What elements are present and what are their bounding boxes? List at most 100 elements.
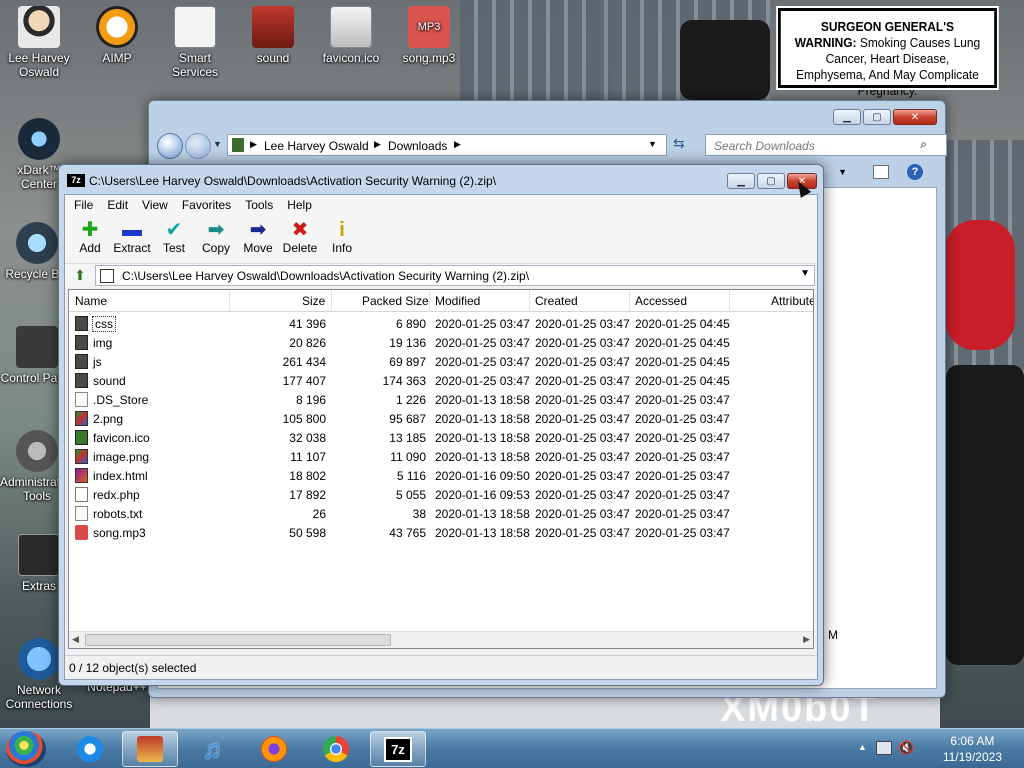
- file-row[interactable]: img 20 826 19 136 2020-01-25 03:47 2020-01-2…: [69, 333, 813, 352]
- address-dropdown-icon[interactable]: ▼: [648, 139, 657, 149]
- show-hidden-icons-button[interactable]: ▲: [858, 742, 867, 752]
- close-button[interactable]: ✕: [893, 109, 937, 125]
- menu-favorites[interactable]: Favorites: [175, 198, 238, 212]
- toolbar-copy-button[interactable]: ➡ Copy: [195, 215, 237, 255]
- toolbar-extract-button[interactable]: ▬ Extract: [111, 215, 153, 255]
- desktop-icon-smart-services[interactable]: Smart Services: [158, 6, 232, 79]
- clock-time: 6:06 AM: [950, 734, 995, 748]
- file-row[interactable]: js 261 434 69 897 2020-01-25 03:47 2020-01-2…: [69, 352, 813, 371]
- surgeon-general-warning: SURGEON GENERAL'S WARNING: Smoking Cause…: [776, 6, 999, 98]
- column-name[interactable]: Name: [75, 294, 107, 308]
- column-packed-size[interactable]: Packed Size: [362, 294, 429, 308]
- explorer-address-bar[interactable]: ▶ Lee Harvey Oswald ▶ Downloads ▶ ▼: [227, 134, 667, 156]
- toolbar-test-button[interactable]: ✔ Test: [153, 215, 195, 255]
- toolbar-info-button[interactable]: i Info: [321, 215, 363, 255]
- taskbar-internet-explorer[interactable]: [62, 731, 118, 767]
- refresh-icon[interactable]: ⇆: [673, 135, 685, 152]
- forward-button[interactable]: [185, 133, 211, 159]
- toolbar-add-button[interactable]: ✚ Add: [69, 215, 111, 255]
- desktop-icon-aimp[interactable]: AIMP: [80, 6, 154, 65]
- cell-size: 105 800: [282, 412, 326, 426]
- php-file-icon: [75, 487, 88, 502]
- column-modified[interactable]: Modified: [435, 294, 480, 308]
- file-row[interactable]: .DS_Store 8 196 1 226 2020-01-13 18:58 2020-…: [69, 390, 813, 409]
- taskbar-music-player[interactable]: ♫: [184, 731, 240, 767]
- views-dropdown-icon[interactable]: ▼: [838, 167, 847, 177]
- desktop-icon-song-mp3[interactable]: MP3 song.mp3: [392, 6, 466, 65]
- menu-file[interactable]: File: [67, 198, 100, 212]
- cell-size: 20 826: [289, 336, 326, 350]
- path-combobox[interactable]: C:\Users\Lee Harvey Oswald\Downloads\Act…: [95, 265, 815, 286]
- taskbar-chrome[interactable]: [308, 731, 364, 767]
- scroll-right-icon[interactable]: ▶: [803, 634, 810, 645]
- delete-x-icon: ✖: [291, 219, 309, 241]
- column-divider: [229, 290, 230, 312]
- scrollbar-thumb[interactable]: [85, 634, 391, 646]
- toolbar: ✚ Add ▬ Extract ✔ Test ➡ Copy ➡ Move ✖ Delete i Info: [65, 215, 817, 263]
- clock[interactable]: 6:06 AM 11/19/2023: [943, 733, 1002, 765]
- volume-muted-icon[interactable]: 🔇: [898, 740, 914, 756]
- column-size[interactable]: Size: [302, 294, 325, 308]
- cell-modified: 2020-01-25 03:47: [435, 317, 530, 331]
- cell-modified: 2020-01-13 18:58: [435, 393, 530, 407]
- file-row[interactable]: robots.txt 26 38 2020-01-13 18:58 2020-01-25…: [69, 504, 813, 523]
- scroll-left-icon[interactable]: ◀: [72, 634, 79, 645]
- file-list[interactable]: Name Size Packed Size Modified Created A…: [68, 289, 814, 649]
- sevenzip-window[interactable]: 7z C:\Users\Lee Harvey Oswald\Downloads\…: [58, 164, 824, 686]
- menu-view[interactable]: View: [135, 198, 175, 212]
- path-dropdown-icon[interactable]: ▼: [800, 268, 810, 279]
- column-divider: [529, 290, 530, 312]
- column-accessed[interactable]: Accessed: [635, 294, 687, 308]
- column-created[interactable]: Created: [535, 294, 578, 308]
- menu-edit[interactable]: Edit: [100, 198, 135, 212]
- file-row[interactable]: 2.png 105 800 95 687 2020-01-13 18:58 2020-0…: [69, 409, 813, 428]
- file-row[interactable]: image.png 11 107 11 090 2020-01-13 18:58 202…: [69, 447, 813, 466]
- search-input[interactable]: Search Downloads: [705, 134, 947, 156]
- sevenzip-titlebar[interactable]: 7z C:\Users\Lee Harvey Oswald\Downloads\…: [59, 165, 823, 193]
- taskbar-firefox[interactable]: [246, 731, 302, 767]
- menu-help[interactable]: Help: [280, 198, 319, 212]
- column-attributes[interactable]: Attributes: [771, 294, 813, 308]
- menu-tools[interactable]: Tools: [238, 198, 280, 212]
- file-file-icon: [75, 506, 88, 521]
- folder-up-icon[interactable]: ⬆: [69, 267, 91, 285]
- file-row[interactable]: css 41 396 6 890 2020-01-25 03:47 2020-01-25…: [69, 314, 813, 333]
- file-row[interactable]: index.html 18 802 5 116 2020-01-16 09:50 202…: [69, 466, 813, 485]
- cell-packed: 43 765: [389, 526, 426, 540]
- folder-icon: [75, 316, 88, 331]
- minimize-button[interactable]: ▁: [727, 173, 755, 189]
- breadcrumb-item[interactable]: Lee Harvey Oswald: [264, 139, 369, 153]
- maximize-button[interactable]: ▢: [863, 109, 891, 125]
- recycle-bin-icon: [16, 222, 58, 264]
- file-row[interactable]: favicon.ico 32 038 13 185 2020-01-13 18:58 2…: [69, 428, 813, 447]
- minimize-button[interactable]: ▁: [833, 109, 861, 125]
- maximize-button[interactable]: ▢: [757, 173, 785, 189]
- file-row[interactable]: sound 177 407 174 363 2020-01-25 03:47 2020-…: [69, 371, 813, 390]
- help-icon[interactable]: ?: [907, 164, 923, 180]
- desktop-icon-sound[interactable]: sound: [236, 6, 310, 65]
- archive-manager-icon: [137, 736, 163, 762]
- plus-icon: ✚: [81, 219, 99, 241]
- toolbar-move-button[interactable]: ➡ Move: [237, 215, 279, 255]
- file-row[interactable]: song.mp3 50 598 43 765 2020-01-13 18:58 2020…: [69, 523, 813, 542]
- desktop-icon-lee-harvey-oswald[interactable]: Lee Harvey Oswald: [2, 6, 76, 79]
- file-row[interactable]: redx.php 17 892 5 055 2020-01-16 09:53 2020-…: [69, 485, 813, 504]
- desktop-icon-favicon[interactable]: favicon.ico: [314, 6, 388, 65]
- horizontal-scrollbar[interactable]: ◀ ▶: [69, 631, 813, 648]
- back-button[interactable]: [157, 133, 183, 159]
- recent-pages-chevron-icon[interactable]: ▼: [213, 139, 222, 149]
- cell-packed: 69 897: [389, 355, 426, 369]
- explorer-partial-text: M: [828, 628, 838, 642]
- toolbar-delete-button[interactable]: ✖ Delete: [279, 215, 321, 255]
- taskbar-archive-manager[interactable]: [122, 731, 178, 767]
- cell-accessed: 2020-01-25 04:45: [635, 355, 730, 369]
- admin-tools-gear-icon: [16, 430, 58, 472]
- taskbar-7zip[interactable]: 7z: [370, 731, 426, 767]
- background-building: [460, 0, 610, 110]
- preview-pane-icon[interactable]: [873, 165, 889, 179]
- cell-size: 41 396: [289, 317, 326, 331]
- breadcrumb-item[interactable]: Downloads: [388, 139, 447, 153]
- start-button[interactable]: [6, 731, 46, 767]
- network-status-icon[interactable]: [876, 741, 892, 755]
- column-divider: [729, 290, 730, 312]
